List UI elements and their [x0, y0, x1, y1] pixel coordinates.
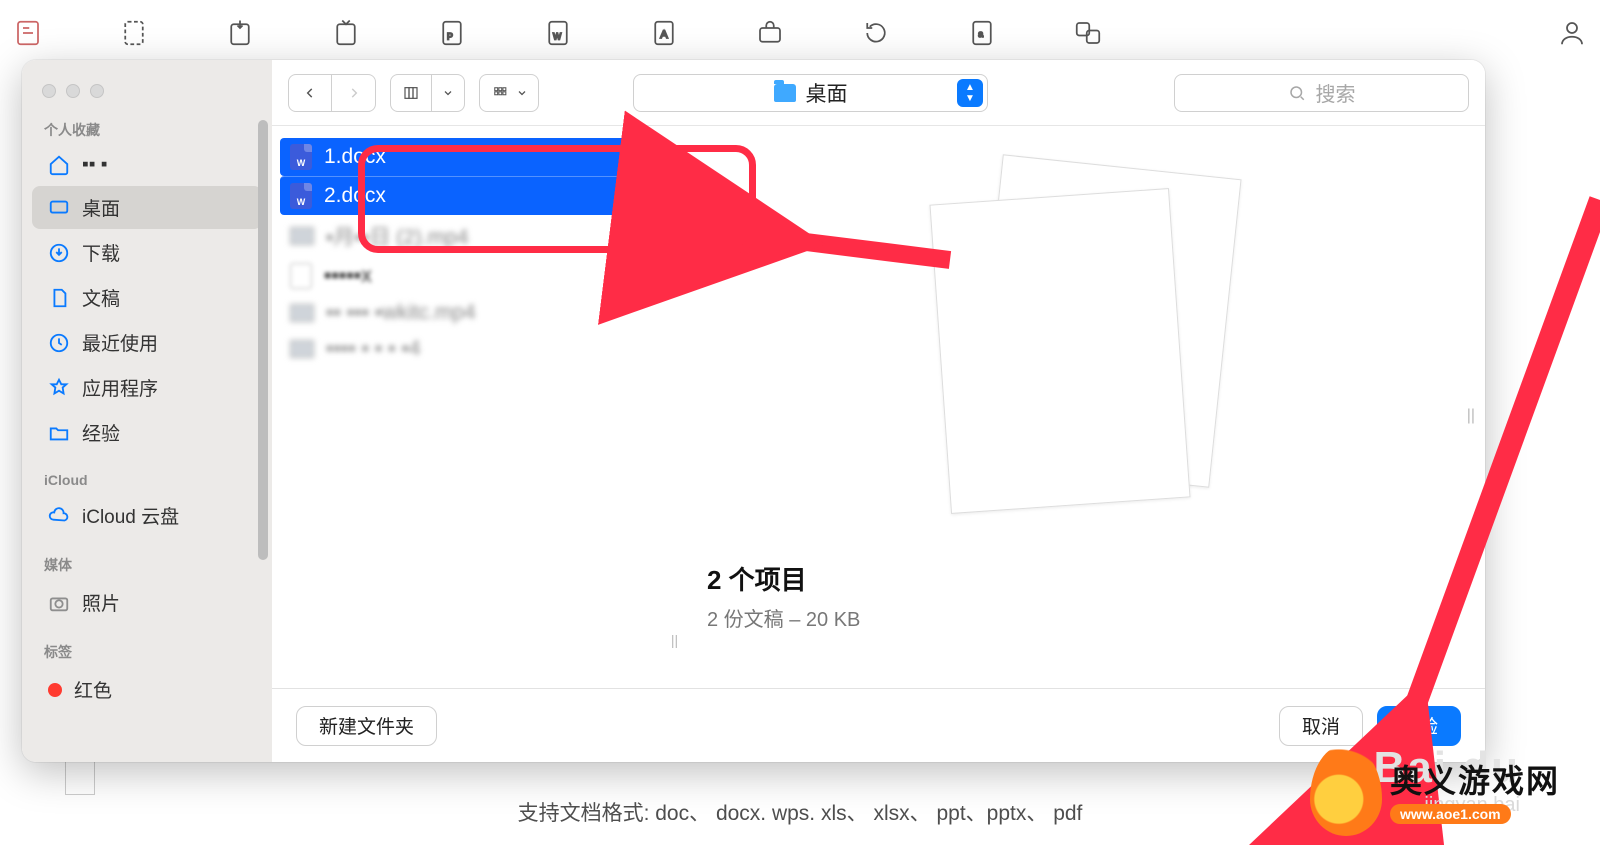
app-icon: [48, 377, 70, 399]
sidebar-item-label: 经验: [82, 419, 120, 446]
sidebar-item-apps[interactable]: 应用程序: [32, 366, 262, 409]
svg-text:P: P: [447, 31, 453, 41]
sidebar-item-label: 照片: [82, 589, 120, 616]
sidebar-item-label: 下载: [82, 239, 120, 266]
svg-text:A: A: [660, 29, 668, 41]
dialog-footer: 新建文件夹 取消 经验: [272, 688, 1485, 762]
favorites-label: 个人收藏: [22, 104, 272, 144]
thumb-icon: [290, 227, 314, 245]
toolbar-convert-icon[interactable]: [222, 15, 258, 51]
docx-icon: W: [290, 183, 312, 209]
folder-icon: [774, 84, 796, 102]
thumb-icon: [290, 340, 314, 358]
sidebar-tag-red[interactable]: 红色: [32, 668, 262, 711]
file-name: ▪月▪▪日 (2).mp4: [326, 221, 469, 251]
preview-thumbnail-stack: [916, 156, 1246, 536]
icloud-label: iCloud: [22, 456, 272, 492]
preview-divider-handle[interactable]: ||: [1467, 407, 1475, 425]
download-icon: [48, 242, 70, 264]
search-icon: [1288, 84, 1306, 102]
file-name: ▪▪▪▪ ▪ ▪ ▪ ▪4: [326, 337, 421, 361]
sidebar-item-icloud[interactable]: iCloud 云盘: [32, 494, 262, 537]
search-placeholder: 搜索: [1316, 78, 1356, 107]
camera-icon: [48, 592, 70, 614]
doc-icon: [48, 287, 70, 309]
sidebar-item-label: iCloud 云盘: [82, 502, 179, 529]
nav-back-button[interactable]: [288, 74, 332, 112]
view-columns-chevron[interactable]: [432, 74, 465, 112]
toolbar-pdf-icon[interactable]: [10, 15, 46, 51]
nav-forward-button[interactable]: [332, 74, 376, 112]
sidebar-item-label: ▪▪ ▪: [82, 154, 108, 176]
new-folder-button[interactable]: 新建文件夹: [296, 706, 437, 746]
folder-icon: [48, 422, 70, 444]
flame-icon: [1310, 744, 1382, 836]
sidebar-scrollbar[interactable]: [258, 120, 268, 560]
file-name: 1.docx: [324, 145, 386, 169]
desktop-icon: [48, 197, 70, 219]
svg-text:a: a: [978, 28, 983, 38]
generic-file-icon: [290, 263, 312, 289]
thumb-icon: [290, 304, 314, 322]
sidebar-item-recent[interactable]: 最近使用: [32, 321, 262, 364]
toolbar-toolbox-icon[interactable]: [752, 15, 788, 51]
file-item-1docx[interactable]: W 1.docx: [280, 138, 664, 176]
location-dropdown[interactable]: 桌面 ▲▼: [633, 74, 988, 112]
site-logo: 奥义游戏网 www.aoe1.com: [1310, 735, 1600, 845]
sidebar-item-exp[interactable]: 经验: [32, 411, 262, 454]
preview-subtitle: 2 份文稿 – 20 KB: [707, 603, 1455, 632]
app-top-toolbar: P W A a: [0, 0, 1600, 65]
toolbar-text-icon[interactable]: A: [646, 15, 682, 51]
toolbar-doc-a-icon[interactable]: a: [964, 15, 1000, 51]
file-item-generic[interactable]: ▪▪▪▪▪x: [280, 257, 664, 295]
toolbar-user-icon[interactable]: [1554, 15, 1590, 51]
sidebar-item-label: 红色: [74, 676, 112, 703]
file-item-mp4-2[interactable]: ▪▪ ▪▪▪ ▪wkitc.mp4: [280, 295, 664, 331]
sidebar-item-label: 文稿: [82, 284, 120, 311]
window-traffic-lights[interactable]: [22, 70, 272, 104]
file-name: 2.docx: [324, 184, 386, 208]
sidebar-item-label: 最近使用: [82, 329, 158, 356]
clock-icon: [48, 332, 70, 354]
group-button[interactable]: [479, 74, 539, 112]
file-item-mp4-3[interactable]: ▪▪▪▪ ▪ ▪ ▪ ▪4: [280, 331, 664, 367]
media-label: 媒体: [22, 539, 272, 579]
home-icon: [48, 154, 70, 176]
sidebar: 个人收藏 ▪▪ ▪ 桌面 下载 文稿 最近使用 应用程序 经验 iCloud i…: [22, 60, 272, 762]
toolbar-translate-icon[interactable]: [1070, 15, 1106, 51]
logo-url: www.aoe1.com: [1390, 804, 1511, 824]
file-item-mp4[interactable]: ▪月▪▪日 (2).mp4: [280, 215, 664, 257]
finder-toolbar: 桌面 ▲▼ 搜索: [272, 60, 1485, 125]
sidebar-item-label: 桌面: [82, 194, 120, 221]
docx-icon: W: [290, 144, 312, 170]
file-name: ▪▪▪▪▪x: [324, 264, 372, 288]
file-item-2docx[interactable]: W 2.docx: [280, 176, 664, 215]
preview-panel: 2 个项目 2 份文稿 – 20 KB ||: [677, 126, 1485, 688]
updown-icon: ▲▼: [957, 79, 983, 107]
search-field[interactable]: 搜索: [1174, 74, 1469, 112]
cloud-icon: [48, 505, 70, 527]
preview-title: 2 个项目: [707, 560, 1455, 597]
sidebar-item-documents[interactable]: 文稿: [32, 276, 262, 319]
logo-cn: 奥义游戏网: [1390, 756, 1560, 802]
tags-label: 标签: [22, 626, 272, 666]
toolbar-import-icon[interactable]: [328, 15, 364, 51]
file-open-dialog: 个人收藏 ▪▪ ▪ 桌面 下载 文稿 最近使用 应用程序 经验 iCloud i…: [22, 60, 1485, 762]
sidebar-item-photos[interactable]: 照片: [32, 581, 262, 624]
sidebar-item-downloads[interactable]: 下载: [32, 231, 262, 274]
toolbar-rotate-icon[interactable]: [858, 15, 894, 51]
file-name: ▪▪ ▪▪▪ ▪wkitc.mp4: [326, 301, 476, 325]
svg-text:W: W: [553, 31, 562, 41]
toolbar-page-icon[interactable]: [116, 15, 152, 51]
toolbar-pdf2-icon[interactable]: P: [434, 15, 470, 51]
view-columns-button[interactable]: [390, 74, 432, 112]
location-label: 桌面: [806, 78, 848, 108]
sidebar-item-label: 应用程序: [82, 374, 158, 401]
sidebar-item-desktop[interactable]: 桌面: [32, 186, 262, 229]
red-dot-icon: [48, 683, 62, 697]
toolbar-word-icon[interactable]: W: [540, 15, 576, 51]
sidebar-item-home[interactable]: ▪▪ ▪: [32, 146, 262, 184]
file-list: W 1.docx W 2.docx ▪月▪▪日 (2).mp4 ▪▪▪▪▪x ▪▪ …: [272, 126, 672, 688]
